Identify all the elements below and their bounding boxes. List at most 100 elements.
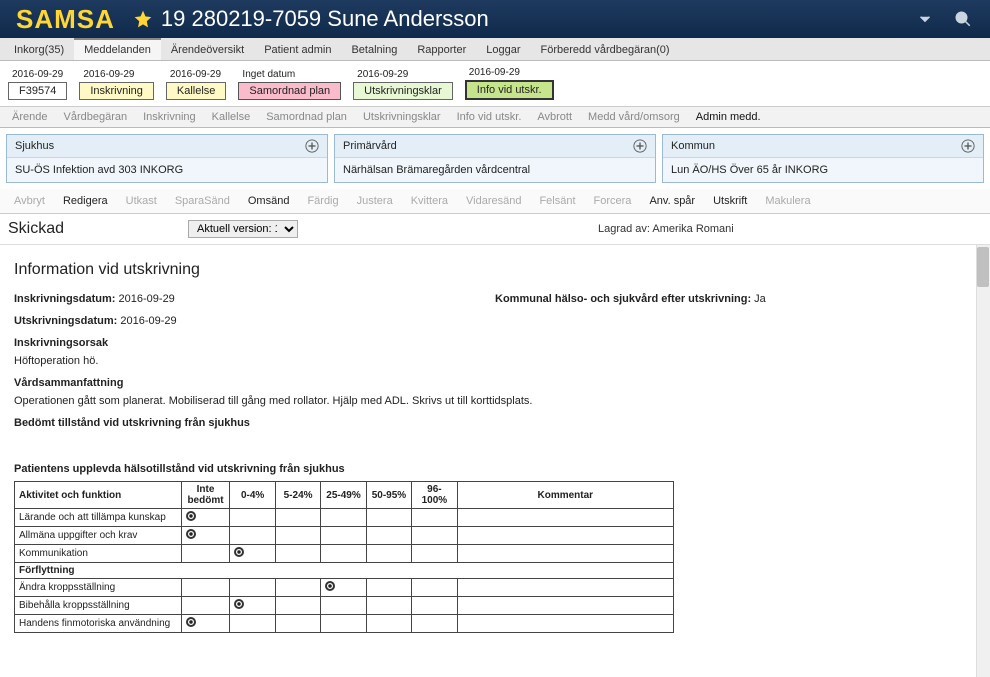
radio-cell[interactable] — [412, 527, 457, 545]
timeline-date: 2016-09-29 — [465, 67, 520, 78]
action-button[interactable]: Redigera — [55, 193, 116, 209]
radio-cell[interactable] — [230, 509, 275, 527]
subnav-item[interactable]: Avbrott — [529, 107, 580, 127]
timeline-step[interactable]: Info vid utskr. — [465, 80, 554, 100]
timeline-item[interactable]: 2016-09-29Kallelse — [166, 69, 227, 100]
radio-cell[interactable] — [321, 509, 366, 527]
plus-icon[interactable] — [961, 139, 975, 153]
subnav-item[interactable]: Vårdbegäran — [55, 107, 135, 127]
radio-cell[interactable] — [181, 509, 230, 527]
action-button[interactable]: Utskrift — [705, 193, 755, 209]
timeline-item[interactable]: 2016-09-29Inskrivning — [79, 69, 154, 100]
radio-cell[interactable] — [181, 615, 230, 633]
subnav-item[interactable]: Info vid utskr. — [449, 107, 530, 127]
radio-cell[interactable] — [275, 615, 320, 633]
radio-cell[interactable] — [366, 579, 411, 597]
comment-cell[interactable] — [457, 527, 673, 545]
timeline-item[interactable]: 2016-09-29F39574 — [8, 69, 67, 100]
timeline-item[interactable]: Inget datumSamordnad plan — [238, 69, 341, 100]
timeline-step[interactable]: Utskrivningsklar — [353, 82, 453, 100]
action-button[interactable]: Omsänd — [240, 193, 298, 209]
timeline-step[interactable]: F39574 — [8, 82, 67, 100]
version-select[interactable]: Aktuell version: 1 — [188, 220, 298, 238]
radio-cell[interactable] — [321, 527, 366, 545]
star-icon[interactable] — [133, 9, 153, 29]
radio-cell[interactable] — [181, 597, 230, 615]
table-header: 25-49% — [321, 482, 366, 509]
radio-cell[interactable] — [181, 579, 230, 597]
radio-cell[interactable] — [366, 615, 411, 633]
table-row: Lärande och att tillämpa kunskap — [15, 509, 674, 527]
radio-cell[interactable] — [275, 597, 320, 615]
timeline-step[interactable]: Samordnad plan — [238, 82, 341, 100]
subnav-item[interactable]: Utskrivningsklar — [355, 107, 449, 127]
nav-tab[interactable]: Meddelanden — [74, 38, 161, 60]
chevron-down-icon[interactable] — [916, 10, 934, 28]
plus-icon[interactable] — [305, 139, 319, 153]
table-row: Allmäna uppgifter och krav — [15, 527, 674, 545]
radio-cell[interactable] — [366, 527, 411, 545]
radio-cell[interactable] — [321, 579, 366, 597]
radio-cell[interactable] — [181, 545, 230, 563]
subnav-item[interactable]: Samordnad plan — [258, 107, 355, 127]
radio-cell[interactable] — [275, 579, 320, 597]
action-button: SparaSänd — [167, 193, 238, 209]
radio-cell[interactable] — [412, 579, 457, 597]
radio-cell[interactable] — [275, 527, 320, 545]
radio-checked-icon — [186, 617, 196, 627]
nav-tab[interactable]: Loggar — [476, 38, 530, 60]
subnav-item[interactable]: Admin medd. — [688, 107, 769, 127]
row-label: Ändra kroppsställning — [15, 579, 182, 597]
radio-cell[interactable] — [412, 509, 457, 527]
radio-cell[interactable] — [275, 509, 320, 527]
vardsamman-text: Operationen gått som planerat. Mobiliser… — [14, 395, 976, 407]
comment-cell[interactable] — [457, 597, 673, 615]
nav-tab[interactable]: Inkorg(35) — [4, 38, 74, 60]
radio-checked-icon — [186, 511, 196, 521]
scrollbar[interactable] — [976, 245, 990, 677]
comment-cell[interactable] — [457, 615, 673, 633]
radio-cell[interactable] — [230, 597, 275, 615]
radio-cell[interactable] — [412, 545, 457, 563]
radio-cell[interactable] — [230, 545, 275, 563]
plus-icon[interactable] — [633, 139, 647, 153]
panel-body: SU-ÖS Infektion avd 303 INKORG — [7, 158, 327, 182]
timeline-step[interactable]: Inskrivning — [79, 82, 154, 100]
radio-cell[interactable] — [412, 597, 457, 615]
radio-cell[interactable] — [321, 545, 366, 563]
nav-tab[interactable]: Patient admin — [254, 38, 341, 60]
comment-cell[interactable] — [457, 509, 673, 527]
subnav-item[interactable]: Medd vård/omsorg — [580, 107, 688, 127]
subnav-item[interactable]: Ärende — [4, 107, 55, 127]
inskrivning-value: 2016-09-29 — [119, 293, 175, 305]
timeline-item[interactable]: 2016-09-29Utskrivningsklar — [353, 69, 453, 100]
radio-cell[interactable] — [366, 509, 411, 527]
panel-title: Primärvård — [343, 140, 397, 152]
radio-cell[interactable] — [366, 545, 411, 563]
nav-tab[interactable]: Förberedd vårdbegäran(0) — [531, 38, 680, 60]
panel-body: Lun ÄO/HS Över 65 år INKORG — [663, 158, 983, 182]
radio-cell[interactable] — [230, 615, 275, 633]
radio-cell[interactable] — [181, 527, 230, 545]
subnav-item[interactable]: Inskrivning — [135, 107, 204, 127]
scrollbar-thumb[interactable] — [977, 247, 989, 287]
search-icon[interactable] — [954, 10, 972, 28]
radio-cell[interactable] — [366, 597, 411, 615]
action-button[interactable]: Anv. spår — [641, 193, 703, 209]
radio-cell[interactable] — [321, 597, 366, 615]
radio-cell[interactable] — [412, 615, 457, 633]
timeline-item[interactable]: 2016-09-29 Info vid utskr. — [465, 67, 554, 100]
action-button: Vidaresänd — [458, 193, 529, 209]
comment-cell[interactable] — [457, 545, 673, 563]
radio-cell[interactable] — [275, 545, 320, 563]
row-label: Kommunikation — [15, 545, 182, 563]
nav-tab[interactable]: Betalning — [341, 38, 407, 60]
subnav-item[interactable]: Kallelse — [204, 107, 259, 127]
nav-tab[interactable]: Ärendeöversikt — [161, 38, 254, 60]
radio-cell[interactable] — [230, 527, 275, 545]
comment-cell[interactable] — [457, 579, 673, 597]
radio-cell[interactable] — [230, 579, 275, 597]
timeline-step[interactable]: Kallelse — [166, 82, 227, 100]
radio-cell[interactable] — [321, 615, 366, 633]
nav-tab[interactable]: Rapporter — [407, 38, 476, 60]
